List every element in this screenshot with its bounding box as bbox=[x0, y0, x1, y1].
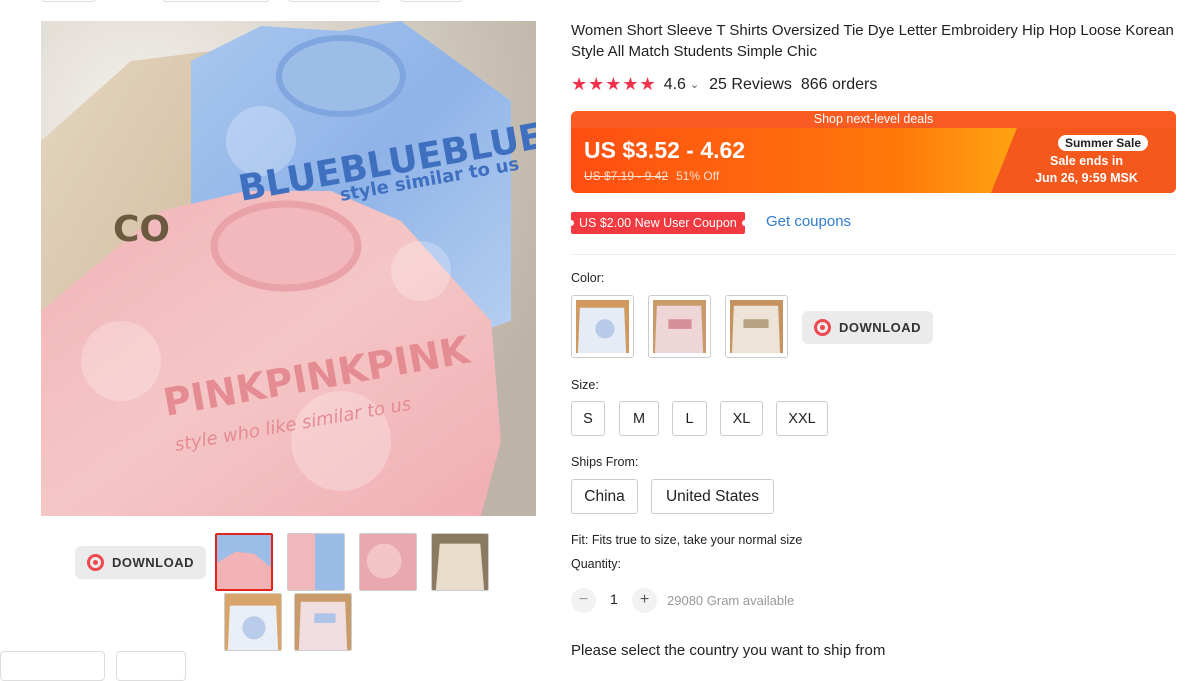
fit-info: Fit: Fits true to size, take your normal… bbox=[571, 533, 803, 547]
quantity-label: Quantity: bbox=[571, 557, 622, 571]
tshirt-photo: BLUEBLUEBLUE style similar to us PINKPIN… bbox=[41, 21, 536, 516]
thumbnail[interactable] bbox=[224, 593, 282, 651]
divider bbox=[571, 254, 1176, 255]
new-user-coupon[interactable]: US $2.00 New User Coupon bbox=[568, 212, 748, 234]
thumbnail[interactable] bbox=[215, 533, 273, 591]
star-rating-icon: ★★★★★ bbox=[571, 74, 657, 94]
target-icon bbox=[814, 319, 831, 336]
thumbnail-image bbox=[217, 535, 271, 589]
thumbnail-image bbox=[225, 594, 281, 650]
size-label: Size: bbox=[571, 378, 599, 392]
chevron-down-icon[interactable]: ⌄ bbox=[690, 78, 699, 91]
ships-option-china[interactable]: China bbox=[571, 479, 638, 514]
thumbnail[interactable] bbox=[431, 533, 489, 591]
reviews-link[interactable]: 25 Reviews bbox=[709, 76, 792, 94]
bottom-tab[interactable] bbox=[0, 651, 105, 681]
color-swatch[interactable] bbox=[571, 295, 634, 358]
thumbnail-image bbox=[360, 534, 416, 590]
download-button[interactable]: DOWNLOAD bbox=[75, 546, 206, 579]
stock-available: 29080 Gram available bbox=[667, 593, 795, 608]
thumbnail-image bbox=[288, 534, 344, 590]
sale-ends-label: Sale ends in bbox=[1050, 154, 1123, 168]
discount-percent: 51% Off bbox=[676, 169, 720, 183]
original-price: US $7.19 - 9.42 51% Off bbox=[584, 169, 719, 183]
quantity-increase-button[interactable]: + bbox=[632, 588, 657, 613]
rating-row: ★★★★★ 4.6 ⌄ 25 Reviews 866 orders bbox=[571, 74, 877, 95]
sale-countdown: Sale ends in Jun 26, 9:59 MSK bbox=[1029, 153, 1144, 187]
top-tab[interactable] bbox=[288, 0, 381, 2]
beige-print-text: CO bbox=[113, 209, 170, 250]
ships-option-united-states[interactable]: United States bbox=[651, 479, 774, 514]
thumbnail-image bbox=[295, 594, 351, 650]
sale-price: US $3.52 - 4.62 bbox=[584, 137, 746, 163]
color-label: Color: bbox=[571, 271, 605, 285]
size-option-s[interactable]: S bbox=[571, 401, 605, 436]
top-tab[interactable] bbox=[400, 0, 463, 2]
color-download-button[interactable]: DOWNLOAD bbox=[802, 311, 933, 344]
swatch-image bbox=[576, 300, 629, 353]
thumbnail[interactable] bbox=[287, 533, 345, 591]
swatch-image bbox=[730, 300, 783, 353]
size-option-xxl[interactable]: XXL bbox=[776, 401, 828, 436]
old-price: US $7.19 - 9.42 bbox=[584, 169, 669, 183]
swatch-image bbox=[653, 300, 706, 353]
quantity-input[interactable]: 1 bbox=[610, 591, 618, 607]
thumbnail-image bbox=[432, 534, 488, 590]
size-option-m[interactable]: M bbox=[619, 401, 659, 436]
top-tab[interactable] bbox=[41, 0, 96, 2]
color-swatch[interactable] bbox=[648, 295, 711, 358]
ships-from-label: Ships From: bbox=[571, 455, 639, 469]
promo-banner[interactable]: Shop next-level deals US $3.52 - 4.62 US… bbox=[571, 111, 1176, 193]
main-product-image[interactable]: BLUEBLUEBLUE style similar to us PINKPIN… bbox=[41, 21, 536, 516]
thumbnail[interactable] bbox=[294, 593, 352, 651]
get-coupons-link[interactable]: Get coupons bbox=[766, 213, 851, 230]
summer-sale-badge: Summer Sale bbox=[1057, 135, 1148, 151]
target-icon bbox=[87, 554, 104, 571]
bottom-tab[interactable] bbox=[116, 651, 186, 681]
size-option-l[interactable]: L bbox=[672, 401, 707, 436]
shipping-note: Please select the country you want to sh… bbox=[571, 642, 886, 659]
quantity-decrease-button[interactable]: − bbox=[571, 588, 596, 613]
color-swatch[interactable] bbox=[725, 295, 788, 358]
orders-count: 866 orders bbox=[800, 75, 878, 93]
thumbnail[interactable] bbox=[359, 533, 417, 591]
download-label: DOWNLOAD bbox=[839, 320, 921, 335]
download-label: DOWNLOAD bbox=[112, 555, 194, 570]
sale-ends-date: Jun 26, 9:59 MSK bbox=[1035, 171, 1138, 185]
product-title: Women Short Sleeve T Shirts Oversized Ti… bbox=[571, 22, 1174, 60]
top-tab[interactable] bbox=[162, 0, 270, 2]
promo-header: Shop next-level deals bbox=[571, 111, 1176, 128]
rating-value[interactable]: 4.6 bbox=[664, 76, 686, 94]
size-option-xl[interactable]: XL bbox=[720, 401, 763, 436]
